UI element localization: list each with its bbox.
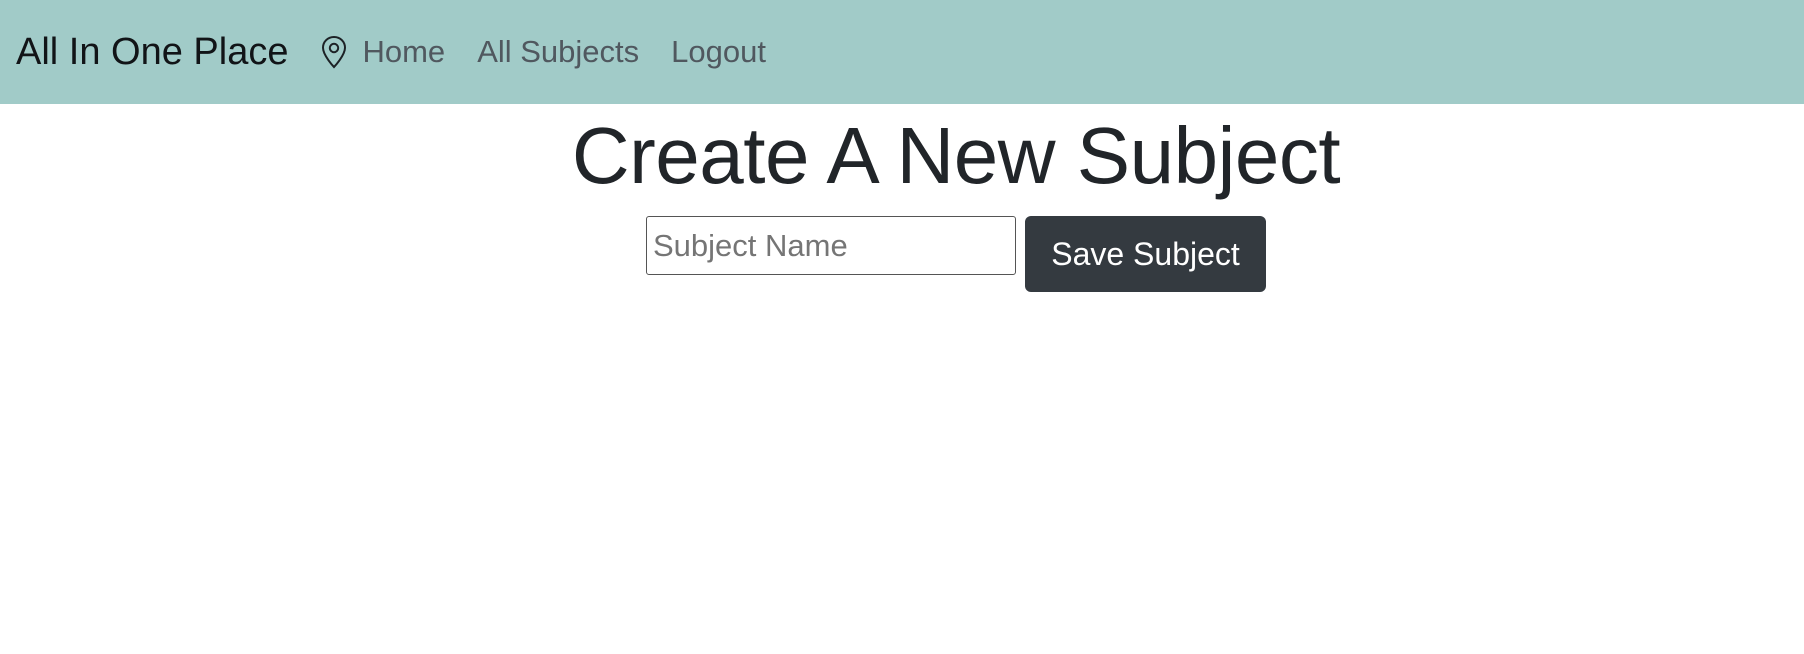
- brand-link[interactable]: All In One Place: [16, 31, 288, 74]
- nav-link-logout[interactable]: Logout: [671, 34, 766, 70]
- subject-name-input[interactable]: [646, 216, 1016, 275]
- create-subject-form: Save Subject: [646, 216, 1266, 292]
- save-subject-button[interactable]: Save Subject: [1025, 216, 1266, 292]
- page-title: Create A New Subject: [571, 111, 1341, 200]
- map-pin-icon: [320, 35, 348, 69]
- nav-link-home[interactable]: Home: [362, 34, 445, 70]
- navbar: All In One Place Home All Subjects Logou…: [0, 0, 1804, 104]
- nav-link-all-subjects[interactable]: All Subjects: [477, 34, 639, 70]
